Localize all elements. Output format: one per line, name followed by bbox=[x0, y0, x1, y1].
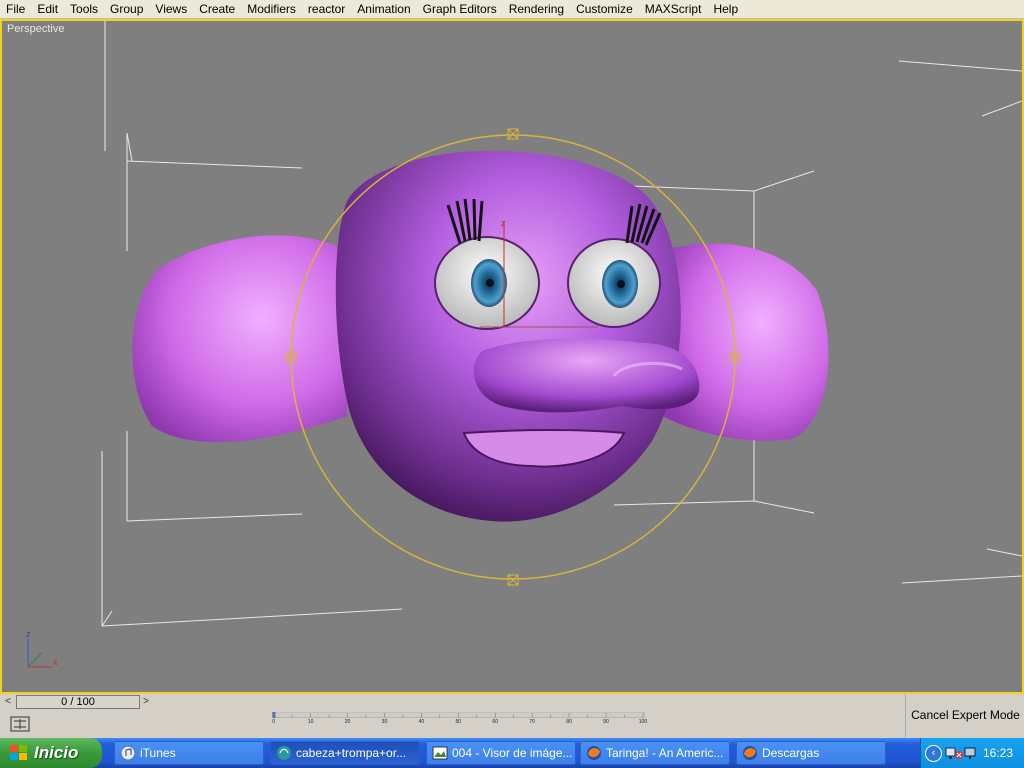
max-icon bbox=[277, 746, 291, 760]
itunes-icon bbox=[120, 745, 136, 761]
track-tick-label: 10 bbox=[308, 719, 314, 724]
track-tick-label: 0 bbox=[272, 719, 275, 724]
track-tick-label: 90 bbox=[603, 719, 609, 724]
firefox-icon bbox=[743, 746, 757, 760]
svg-text:x: x bbox=[53, 657, 58, 667]
taskbar: Inicio iTunes cabeza+trompa+or... 004 - … bbox=[0, 738, 1024, 768]
axis-tripod: z x bbox=[26, 629, 58, 668]
menu-item-help[interactable]: Help bbox=[707, 1, 744, 17]
svg-text:z: z bbox=[501, 218, 506, 228]
menu-item-modifiers[interactable]: Modifiers bbox=[241, 1, 302, 17]
left-ear bbox=[132, 235, 347, 443]
menu-item-views[interactable]: Views bbox=[149, 1, 193, 17]
cancel-expert-mode-button[interactable]: Cancel Expert Mode bbox=[906, 708, 1024, 722]
track-tick-label: 100 bbox=[639, 719, 648, 724]
time-slider-row: < 0 / 100 > bbox=[0, 694, 905, 710]
track-bar-row: 0 10 20 30 40 50 60 70 80 90 100 bbox=[0, 710, 905, 738]
expert-mode-panel: Cancel Expert Mode bbox=[905, 694, 1024, 738]
track-tick-label: 40 bbox=[419, 719, 425, 724]
viewport-scene: z z x bbox=[26, 21, 1022, 668]
current-frame-marker bbox=[272, 712, 276, 718]
taskbar-item-taringa[interactable]: Taringa! - An Americ... bbox=[580, 741, 730, 765]
track-bar[interactable]: 0 10 20 30 40 50 60 70 80 90 100 bbox=[52, 712, 872, 724]
network-icon bbox=[945, 747, 956, 759]
menu-item-graph-editors[interactable]: Graph Editors bbox=[417, 1, 503, 17]
firefox-icon bbox=[587, 746, 601, 760]
start-label: Inicio bbox=[34, 743, 79, 762]
track-tick-label: 50 bbox=[455, 719, 461, 724]
windows-logo-icon bbox=[10, 745, 27, 760]
menu-item-group[interactable]: Group bbox=[104, 1, 149, 17]
menu-item-rendering[interactable]: Rendering bbox=[503, 1, 570, 17]
next-frame-button[interactable]: > bbox=[140, 695, 152, 708]
right-ear bbox=[662, 243, 829, 441]
curve-editor-icon[interactable] bbox=[10, 716, 30, 732]
menu-item-file[interactable]: File bbox=[0, 1, 31, 17]
head bbox=[335, 150, 681, 522]
image-viewer-icon bbox=[432, 746, 448, 760]
monitor-icon bbox=[964, 747, 976, 759]
track-tick-label: 60 bbox=[492, 719, 498, 724]
menu-item-tools[interactable]: Tools bbox=[64, 1, 104, 17]
warning-icon bbox=[955, 751, 963, 759]
track-tick-label: 80 bbox=[566, 719, 572, 724]
menu-item-reactor[interactable]: reactor bbox=[302, 1, 351, 17]
taskbar-item-itunes[interactable]: iTunes bbox=[114, 741, 264, 765]
taskbar-item-3dsmax[interactable]: cabeza+trompa+or... bbox=[270, 741, 420, 765]
menu-item-edit[interactable]: Edit bbox=[31, 1, 64, 17]
start-button[interactable]: Inicio bbox=[0, 738, 102, 768]
time-slider[interactable]: 0 / 100 bbox=[16, 695, 140, 709]
track-tick-label: 30 bbox=[382, 719, 388, 724]
track-tick-label: 70 bbox=[529, 719, 535, 724]
prev-frame-button[interactable]: < bbox=[2, 695, 14, 708]
viewport-label[interactable]: Perspective bbox=[7, 23, 64, 35]
track-tick-label: 20 bbox=[345, 719, 351, 724]
clock: 16:23 bbox=[983, 746, 1014, 760]
svg-text:z: z bbox=[26, 629, 31, 639]
menu-item-create[interactable]: Create bbox=[193, 1, 241, 17]
menu-bar: File Edit Tools Group Views Create Modifiers re… bbox=[0, 0, 1024, 19]
menu-item-customize[interactable]: Customize bbox=[570, 1, 639, 17]
menu-item-animation[interactable]: Animation bbox=[351, 1, 416, 17]
menu-item-maxscript[interactable]: MAXScript bbox=[639, 1, 708, 17]
tray-expand-icon[interactable]: ‹ bbox=[925, 745, 942, 762]
trunk bbox=[473, 338, 700, 413]
taskbar-item-descargas[interactable]: Descargas bbox=[736, 741, 886, 765]
system-tray: ‹ 16:23 bbox=[920, 738, 1024, 768]
perspective-viewport[interactable]: z z x Perspective bbox=[0, 19, 1024, 694]
taskbar-item-image-viewer[interactable]: 004 - Visor de imáge... bbox=[426, 741, 576, 765]
